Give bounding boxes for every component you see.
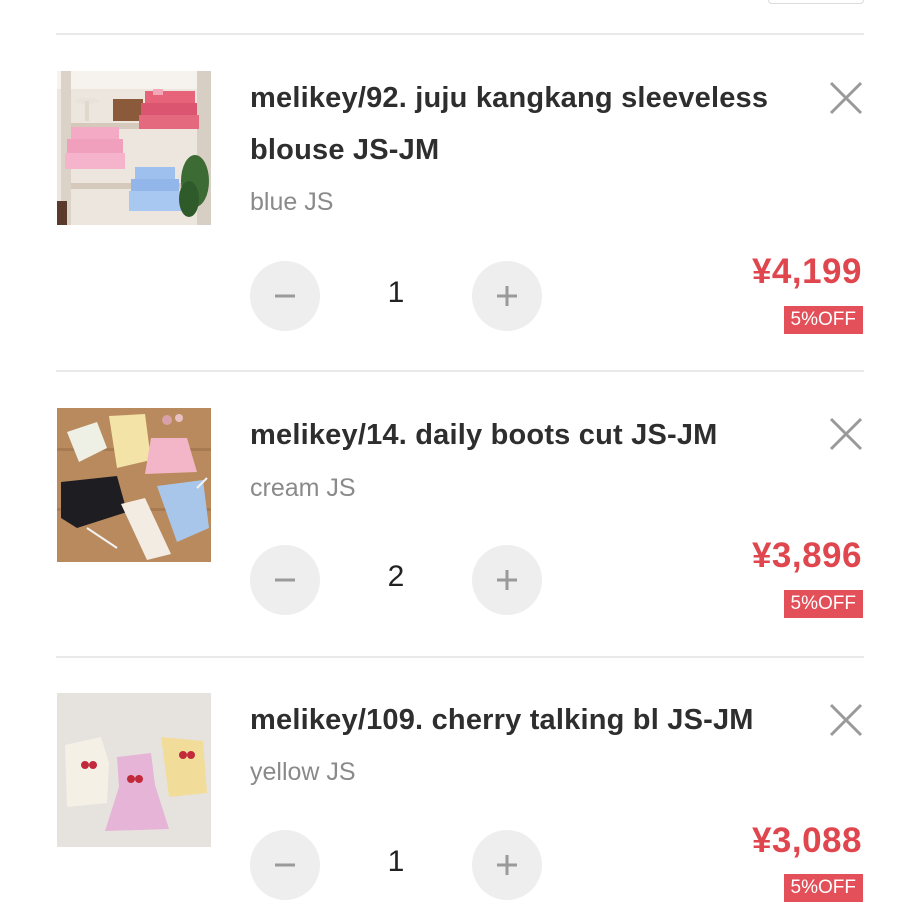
close-icon: [829, 81, 863, 115]
quantity-value[interactable]: 1: [366, 276, 426, 310]
product-variant: cream JS: [250, 474, 356, 502]
discount-badge: 5%OFF: [783, 306, 863, 334]
plus-icon: [497, 855, 517, 875]
product-thumbnail[interactable]: [57, 71, 211, 225]
quantity-increase-button[interactable]: [472, 545, 542, 615]
product-title[interactable]: melikey/109. cherry talking bl JS-JM: [250, 694, 795, 746]
product-title[interactable]: melikey/92. juju kangkang sleeveless blo…: [250, 72, 795, 176]
product-thumbnail[interactable]: [57, 693, 211, 847]
remove-item-button[interactable]: [828, 80, 864, 116]
quantity-increase-button[interactable]: [472, 261, 542, 331]
product-variant: yellow JS: [250, 758, 356, 786]
product-price: ¥3,088: [751, 821, 862, 860]
cart-page: melikey/92. juju kangkang sleeveless blo…: [0, 0, 920, 920]
product-price: ¥3,896: [751, 536, 862, 575]
discount-badge: 5%OFF: [783, 590, 863, 618]
product-photo-flared-pants-icon: [57, 408, 211, 562]
product-price: ¥4,199: [751, 252, 862, 291]
product-photo-ruffle-blouses-icon: [57, 71, 211, 225]
minus-icon: [275, 578, 295, 582]
quantity-value[interactable]: 2: [366, 560, 426, 594]
minus-icon: [275, 863, 295, 867]
minus-icon: [275, 294, 295, 298]
product-photo-cherry-tops-icon: [57, 693, 211, 847]
close-icon: [829, 703, 863, 737]
product-title[interactable]: melikey/14. daily boots cut JS-JM: [250, 409, 795, 461]
close-icon: [829, 417, 863, 451]
plus-icon: [497, 286, 517, 306]
quantity-decrease-button[interactable]: [250, 261, 320, 331]
divider: [56, 370, 864, 372]
product-thumbnail[interactable]: [57, 408, 211, 562]
previous-section-edge: [768, 0, 864, 4]
quantity-value[interactable]: 1: [366, 845, 426, 879]
plus-icon: [497, 570, 517, 590]
discount-badge: 5%OFF: [783, 874, 863, 902]
quantity-decrease-button[interactable]: [250, 545, 320, 615]
quantity-decrease-button[interactable]: [250, 830, 320, 900]
quantity-increase-button[interactable]: [472, 830, 542, 900]
divider: [56, 656, 864, 658]
remove-item-button[interactable]: [828, 416, 864, 452]
remove-item-button[interactable]: [828, 702, 864, 738]
divider: [56, 33, 864, 35]
product-variant: blue JS: [250, 188, 334, 216]
